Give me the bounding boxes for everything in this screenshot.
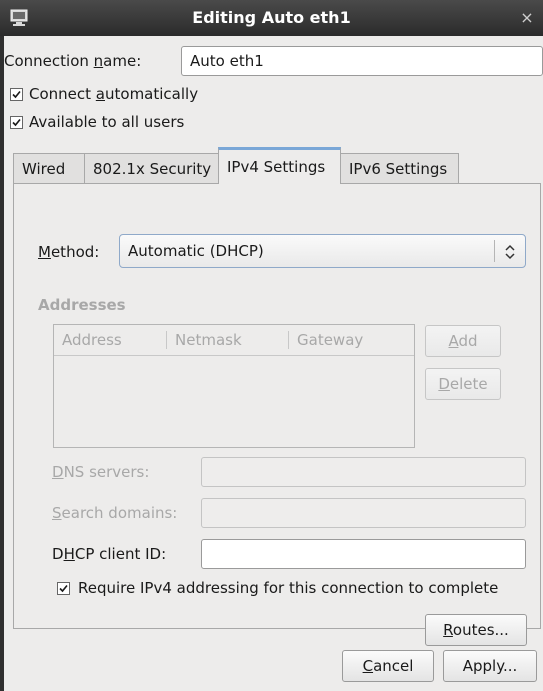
available-to-all-users-checkbox[interactable] [10, 116, 23, 129]
mnemonic: S [52, 504, 62, 522]
addresses-table-header: Address Netmask Gateway [54, 325, 414, 356]
column-gateway[interactable]: Gateway [289, 325, 414, 355]
delete-button[interactable]: Delete [425, 368, 501, 400]
add-button[interactable]: Add [425, 325, 501, 357]
search-domains-field[interactable] [201, 498, 526, 528]
label-part: ame: [103, 52, 142, 70]
check-icon [59, 584, 68, 593]
window-title: Editing Auto eth1 [192, 8, 351, 27]
dns-servers-field[interactable] [201, 457, 526, 487]
dhcp-client-id-field[interactable] [201, 539, 526, 569]
column-netmask[interactable]: Netmask [167, 325, 288, 355]
connection-name-field[interactable] [181, 46, 543, 76]
require-ipv4-checkbox[interactable] [57, 582, 70, 595]
label-part: outes... [452, 621, 509, 639]
tab-wired[interactable]: Wired [13, 153, 85, 183]
connect-automatically-label: Connect automatically [29, 83, 198, 105]
close-icon[interactable]: × [517, 8, 537, 28]
dns-servers-label: DNS servers: [52, 461, 149, 483]
label-part: utomatically [105, 85, 199, 103]
label-part: ethod: [50, 243, 100, 261]
mnemonic: n [93, 52, 104, 70]
label-part: dd [458, 332, 478, 350]
connect-automatically-checkbox[interactable] [10, 88, 23, 101]
mnemonic: R [443, 621, 453, 639]
method-dropdown[interactable]: Automatic (DHCP) [119, 234, 526, 268]
connection-name-label: Connection name: [4, 48, 141, 74]
addresses-heading: Addresses [38, 296, 126, 314]
label-part: Connection [4, 52, 94, 70]
check-icon [12, 118, 21, 127]
tab-ipv4-settings[interactable]: IPv4 Settings [218, 147, 341, 184]
check-icon [12, 90, 21, 99]
require-ipv4-label: Require IPv4 addressing for this connect… [78, 579, 499, 597]
tab-ipv6-settings[interactable]: IPv6 Settings [340, 153, 459, 183]
mnemonic: D [438, 375, 450, 393]
dialog-content: Connection name: Connect automatically A… [4, 36, 543, 691]
dhcp-client-id-label: DHCP client ID: [52, 543, 166, 565]
cancel-button[interactable]: Cancel [342, 650, 434, 682]
apply-button[interactable]: Apply... [443, 650, 537, 682]
mnemonic: M [38, 243, 51, 261]
label-part: NS servers: [63, 463, 150, 481]
label-part: ancel [373, 657, 414, 675]
mnemonic: A [448, 332, 459, 350]
routes-button[interactable]: Routes... [425, 614, 527, 646]
search-domains-label: Search domains: [52, 502, 177, 524]
method-value: Automatic (DHCP) [128, 242, 264, 260]
label-part: CP client ID: [74, 545, 167, 563]
tab-8021x-security[interactable]: 802.1x Security [84, 153, 219, 183]
available-to-all-users-label: Available to all users [29, 113, 185, 131]
dropdown-separator [494, 240, 495, 262]
up-down-arrows-icon [505, 244, 515, 260]
label-part: elete [449, 375, 488, 393]
mnemonic: H [63, 545, 75, 563]
title-bar[interactable]: Editing Auto eth1 × [0, 0, 543, 36]
label-part: Connect [29, 85, 96, 103]
method-label: Method: [38, 241, 99, 263]
addresses-table[interactable]: Address Netmask Gateway [53, 324, 415, 448]
mnemonic: a [95, 85, 105, 103]
column-address[interactable]: Address [54, 325, 166, 355]
mnemonic: C [362, 657, 374, 675]
mnemonic: D [52, 463, 64, 481]
label-part: D [52, 545, 64, 563]
label-part: earch domains: [61, 504, 178, 522]
editing-connection-dialog: Editing Auto eth1 × Connection name: Con… [0, 0, 543, 691]
